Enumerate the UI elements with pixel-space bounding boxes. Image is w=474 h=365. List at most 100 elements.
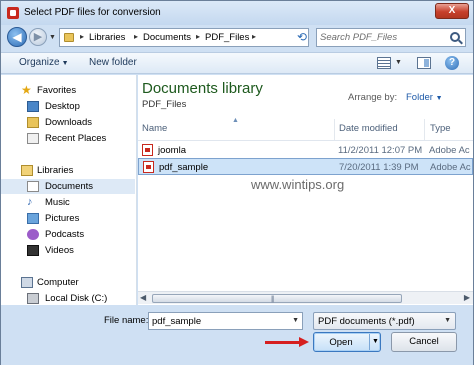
breadcrumb-separator[interactable]: ▸ [252, 32, 256, 41]
sidebar-item-local-disk[interactable]: Local Disk (C:) [1, 291, 135, 306]
breadcrumb-separator[interactable]: ▸ [196, 32, 200, 41]
nav-label: Podcasts [45, 229, 85, 240]
file-name-combobox[interactable]: ▼ [148, 312, 303, 330]
file-type: Adobe Ac [429, 145, 470, 156]
nav-group-favorites[interactable]: ★ Favorites [1, 83, 135, 98]
search-input[interactable] [320, 31, 446, 44]
computer-icon [21, 277, 33, 288]
arrange-by-value: Folder [406, 92, 433, 103]
breadcrumb[interactable]: ▸ Libraries ▸ Documents ▸ PDF_Files ▸ ▼ [59, 28, 329, 47]
videos-icon [27, 245, 39, 256]
nav-label: Recent Places [45, 133, 107, 144]
title-bar: Select PDF files for conversion X [1, 1, 473, 25]
documents-icon [27, 181, 39, 192]
watermark: www.wintips.org [251, 177, 345, 192]
sort-ascending-icon: ▲ [232, 117, 239, 124]
split-divider [369, 334, 370, 350]
chevron-down-icon: ▼ [435, 95, 443, 102]
organize-button[interactable]: Organize ▼ [19, 57, 69, 68]
nav-group-libraries[interactable]: Libraries [1, 163, 135, 178]
arrow-right-icon [299, 337, 309, 347]
file-name-input[interactable] [152, 315, 282, 327]
sidebar-item-downloads[interactable]: Downloads [1, 115, 135, 130]
new-folder-button[interactable]: New folder [89, 57, 137, 68]
file-name: joomla [158, 145, 186, 156]
file-open-dialog: Select PDF files for conversion X ◀ ▶ ▼ … [0, 0, 474, 365]
chevron-down-icon[interactable]: ▼ [395, 59, 402, 66]
library-title: Documents library [142, 80, 263, 97]
nav-label: Computer [37, 277, 79, 288]
sidebar-item-documents[interactable]: Documents [1, 179, 135, 194]
breadcrumb-separator[interactable]: ▸ [80, 32, 84, 41]
grip-icon: ||| [271, 296, 275, 303]
sidebar-item-music[interactable]: ♪ Music [1, 195, 135, 210]
file-date: 11/2/2011 12:07 PM [338, 145, 423, 156]
search-field[interactable] [316, 28, 466, 47]
pdf-file-icon [142, 144, 153, 156]
chevron-down-icon[interactable]: ▼ [372, 338, 379, 345]
close-button[interactable]: X [435, 3, 469, 19]
nav-label: Downloads [45, 117, 92, 128]
library-header: Documents library PDF_Files Arrange by: … [138, 75, 473, 119]
refresh-icon[interactable]: ⟲ [294, 29, 310, 45]
folder-icon [64, 33, 74, 42]
file-name: pdf_sample [159, 162, 209, 173]
sidebar-item-podcasts[interactable]: Podcasts [1, 227, 135, 242]
chevron-down-icon[interactable]: ▼ [292, 317, 299, 324]
horizontal-scrollbar[interactable]: ◀ ||| ▶ [138, 291, 473, 304]
file-row[interactable]: joomla 11/2/2011 12:07 PM Adobe Ac [138, 142, 473, 159]
red-arrow-annotation [265, 337, 309, 347]
back-button[interactable]: ◀ [7, 27, 27, 47]
music-icon: ♪ [27, 196, 33, 208]
breadcrumb-documents[interactable]: Documents [143, 32, 191, 43]
file-date: 7/20/2011 1:39 PM [339, 162, 419, 173]
acrobat-app-icon [7, 7, 19, 19]
preview-pane-icon[interactable] [417, 57, 431, 69]
chevron-down-icon: ▼ [61, 60, 69, 67]
file-list-pane: Documents library PDF_Files Arrange by: … [138, 75, 473, 305]
column-date-modified[interactable]: Date modified [339, 123, 398, 134]
arrange-by-dropdown[interactable]: Folder ▼ [406, 92, 443, 103]
column-divider[interactable] [334, 119, 335, 140]
podcasts-icon [27, 229, 39, 240]
arrange-by-label: Arrange by: [348, 92, 398, 103]
file-row-selected[interactable]: pdf_sample 7/20/2011 1:39 PM Adobe Ac [138, 158, 473, 175]
nav-label: Favorites [37, 85, 77, 96]
column-name[interactable]: Name [142, 123, 167, 134]
downloads-folder-icon [27, 117, 39, 128]
address-bar: ◀ ▶ ▼ ▸ Libraries ▸ Documents ▸ PDF_File… [1, 25, 473, 51]
navigation-pane: ★ Favorites Desktop Downloads Recent Pla… [1, 75, 137, 305]
file-type-filter[interactable]: PDF documents (*.pdf) ▼ [313, 312, 456, 330]
command-toolbar: Organize ▼ New folder ▼ ? [1, 52, 473, 74]
scrollbar-thumb[interactable]: ||| [152, 294, 402, 303]
sidebar-item-desktop[interactable]: Desktop [1, 99, 135, 114]
nav-label: Local Disk (C:) [45, 293, 108, 304]
search-icon[interactable] [450, 32, 460, 42]
scroll-right-icon[interactable]: ▶ [464, 293, 470, 302]
column-type[interactable]: Type [430, 123, 451, 134]
recent-locations-dropdown[interactable]: ▼ [49, 34, 56, 41]
breadcrumb-separator[interactable]: ▸ [134, 32, 138, 41]
sidebar-item-pictures[interactable]: Pictures [1, 211, 135, 226]
desktop-icon [27, 101, 39, 112]
nav-group-computer[interactable]: Computer [1, 275, 135, 290]
nav-label: Documents [45, 181, 94, 192]
open-button-label: Open [329, 337, 353, 348]
column-divider[interactable] [424, 119, 425, 140]
sidebar-item-recent-places[interactable]: Recent Places [1, 131, 135, 146]
scroll-left-icon[interactable]: ◀ [140, 293, 146, 302]
change-view-icon[interactable] [377, 57, 391, 69]
organize-label: Organize [19, 57, 60, 68]
open-button[interactable]: Open ▼ [313, 332, 381, 352]
cancel-button[interactable]: Cancel [391, 332, 457, 352]
breadcrumb-pdf-files[interactable]: PDF_Files [205, 32, 249, 43]
forward-button[interactable]: ▶ [29, 28, 47, 46]
recent-places-icon [27, 133, 39, 144]
sidebar-item-videos[interactable]: Videos [1, 243, 135, 258]
pictures-icon [27, 213, 39, 224]
file-type: Adobe Ac [430, 162, 471, 173]
hard-disk-icon [27, 293, 39, 304]
breadcrumb-libraries[interactable]: Libraries [89, 32, 125, 43]
arrow-shaft [265, 341, 301, 344]
help-icon[interactable]: ? [445, 56, 459, 70]
